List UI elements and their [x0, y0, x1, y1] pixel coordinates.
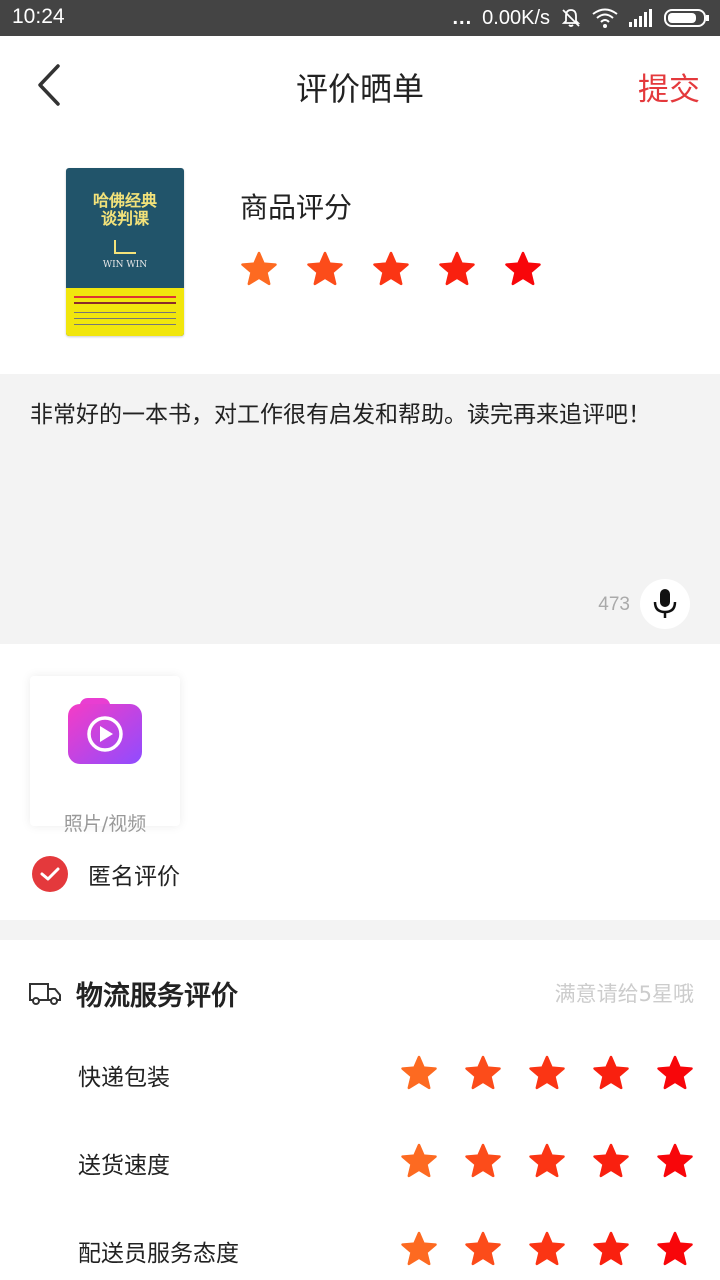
media-section: 照片/视频 匿名评价	[0, 644, 720, 920]
status-time: 10:24	[12, 5, 65, 28]
star-icon[interactable]	[306, 250, 344, 288]
logistics-hint: 满意请给5星哦	[554, 982, 694, 1006]
mute-bell-icon	[561, 9, 581, 27]
upload-label: 照片/视频	[63, 813, 147, 835]
star-icon[interactable]	[400, 1054, 438, 1092]
product-rating-section: 哈佛经典 谈判课 WIN WIN 商品评分	[0, 134, 720, 374]
star-icon[interactable]	[438, 250, 476, 288]
book-cover-subtitle: WIN WIN	[102, 260, 148, 270]
network-speed: 0.00K/s	[482, 6, 550, 29]
review-text: 非常好的一本书，对工作很有启发和帮助。读完再来追评吧！	[30, 402, 651, 428]
rating-row-label: 送货速度	[78, 1153, 170, 1179]
star-icon[interactable]	[592, 1230, 630, 1268]
book-cover-title: 哈佛经典 谈判课	[92, 191, 157, 228]
star-icon[interactable]	[528, 1142, 566, 1180]
char-count: 473	[598, 594, 630, 615]
rating-row-delivery-speed: 送货速度	[0, 1132, 720, 1192]
submit-button[interactable]: 提交	[638, 64, 700, 109]
wifi-icon	[592, 8, 618, 28]
rating-row-label: 快递包装	[78, 1065, 170, 1091]
check-icon	[40, 867, 60, 881]
section-divider	[0, 920, 720, 940]
star-icon[interactable]	[464, 1230, 502, 1268]
star-icon[interactable]	[592, 1054, 630, 1092]
product-image: 哈佛经典 谈判课 WIN WIN	[66, 168, 184, 336]
rating-row-label: 配送员服务态度	[78, 1241, 239, 1267]
voice-input-button[interactable]	[640, 579, 690, 629]
rating-row-courier-service: 配送员服务态度	[0, 1220, 720, 1280]
product-rating-stars	[240, 250, 542, 288]
anonymous-label: 匿名评价	[88, 864, 180, 890]
battery-icon	[664, 9, 709, 27]
anonymous-review-toggle[interactable]: 匿名评价	[32, 856, 180, 892]
star-icon[interactable]	[464, 1054, 502, 1092]
header: 评价晒单 提交	[0, 36, 720, 134]
page-title: 评价晒单	[295, 70, 424, 108]
upload-photo-video-button[interactable]: 照片/视频	[30, 676, 180, 835]
more-dots: ...	[452, 6, 473, 29]
rating-row-packaging: 快递包装	[0, 1044, 720, 1104]
book-cover-band	[66, 288, 184, 336]
star-icon[interactable]	[464, 1142, 502, 1180]
star-icon[interactable]	[372, 250, 410, 288]
star-icon[interactable]	[656, 1054, 694, 1092]
signal-icon	[629, 9, 652, 27]
star-icon[interactable]	[504, 250, 542, 288]
review-textarea[interactable]: 非常好的一本书，对工作很有启发和帮助。读完再来追评吧！ 473	[0, 374, 720, 644]
star-icon[interactable]	[400, 1142, 438, 1180]
delivery-speed-rating-stars	[400, 1142, 694, 1180]
product-rating-label: 商品评分	[240, 191, 353, 224]
camera-icon	[68, 698, 142, 764]
star-icon[interactable]	[400, 1230, 438, 1268]
logistics-title: 物流服务评价	[76, 981, 238, 1012]
status-bar: 10:24 ... 0.00K/s	[0, 0, 720, 36]
packaging-rating-stars	[400, 1054, 694, 1092]
courier-service-rating-stars	[400, 1230, 694, 1268]
anonymous-checkbox[interactable]	[32, 856, 68, 892]
star-icon[interactable]	[656, 1142, 694, 1180]
logistics-rating-section: 物流服务评价 满意请给5星哦 快递包装 送货速度 配送员服务态度	[0, 940, 720, 1280]
mic-icon	[653, 589, 677, 618]
star-icon[interactable]	[656, 1230, 694, 1268]
star-icon[interactable]	[592, 1142, 630, 1180]
status-icons: ... 0.00K/s	[453, 5, 711, 31]
book-cover-mark	[114, 240, 136, 254]
truck-icon	[29, 983, 61, 1005]
star-icon[interactable]	[528, 1054, 566, 1092]
star-icon[interactable]	[528, 1230, 566, 1268]
star-icon[interactable]	[240, 250, 278, 288]
